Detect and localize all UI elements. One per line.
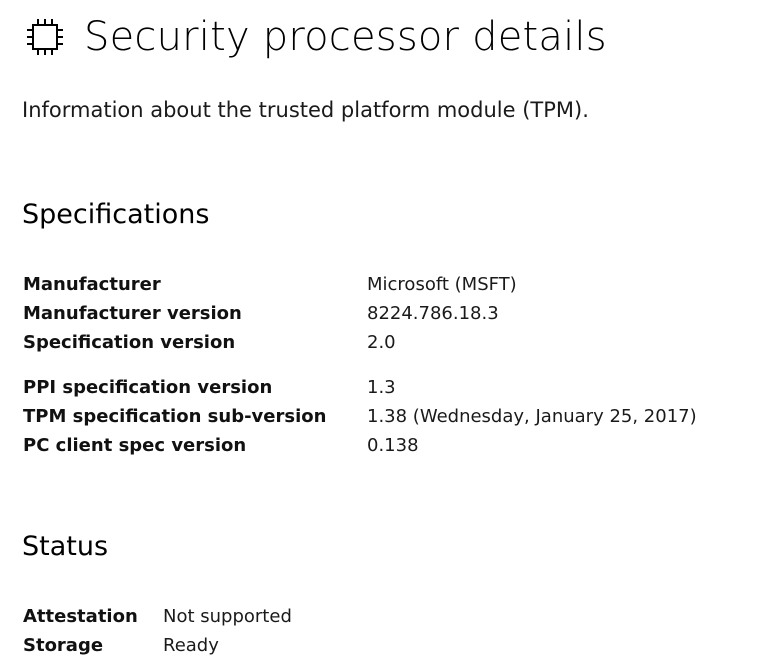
spec-label: Specification version	[23, 332, 236, 353]
status-heading: Status	[22, 531, 109, 562]
spec-value: 1.38 (Wednesday, January 25, 2017)	[367, 406, 697, 427]
status-row-attestation: Attestation Not supported	[23, 602, 292, 631]
spec-label: PC client spec version	[23, 435, 247, 456]
chip-icon	[20, 12, 70, 62]
spec-value: 1.3	[367, 377, 396, 398]
spec-value: Microsoft (MSFT)	[367, 274, 517, 295]
spec-label: Manufacturer version	[23, 303, 242, 324]
spec-row-manufacturer: Manufacturer Microsoft (MSFT)	[23, 270, 517, 299]
spec-label: Manufacturer	[23, 274, 161, 295]
spec-label: TPM specification sub-version	[23, 406, 327, 427]
page-title: Security processor details	[84, 14, 607, 60]
spec-row-tpm-specification-sub-version: TPM specification sub-version 1.38 (Wedn…	[23, 402, 697, 431]
spec-row-specification-version: Specification version 2.0	[23, 328, 517, 357]
security-processor-details-page: Security processor details Information a…	[0, 0, 772, 669]
spec-value: 0.138	[367, 435, 419, 456]
spec-value: 8224.786.18.3	[367, 303, 499, 324]
status-label: Storage	[23, 635, 104, 656]
page-subtitle: Information about the trusted platform m…	[22, 98, 589, 122]
page-header: Security processor details	[20, 12, 607, 62]
spec-value: 2.0	[367, 332, 396, 353]
specifications-heading: Specifications	[22, 199, 210, 230]
spec-label: PPI specification version	[23, 377, 273, 398]
specifications-group-2: PPI specification version 1.3 TPM specif…	[23, 373, 697, 460]
status-label: Attestation	[23, 606, 138, 627]
spec-row-pc-client-spec-version: PC client spec version 0.138	[23, 431, 697, 460]
status-value: Ready	[163, 635, 219, 656]
status-value: Not supported	[163, 606, 292, 627]
spec-row-ppi-specification-version: PPI specification version 1.3	[23, 373, 697, 402]
status-list: Attestation Not supported Storage Ready	[23, 602, 292, 660]
spec-row-manufacturer-version: Manufacturer version 8224.786.18.3	[23, 299, 517, 328]
status-row-storage: Storage Ready	[23, 631, 292, 660]
specifications-group-1: Manufacturer Microsoft (MSFT) Manufactur…	[23, 270, 517, 357]
